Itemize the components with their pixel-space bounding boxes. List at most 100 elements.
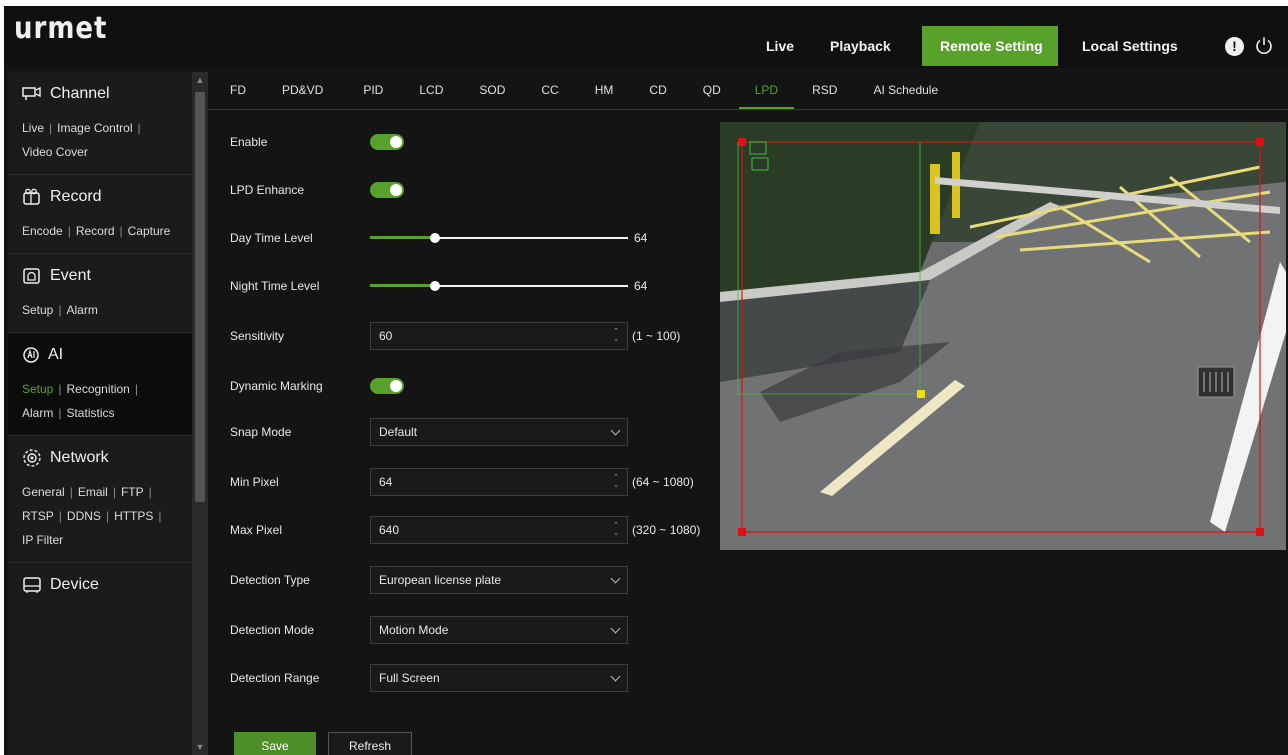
scroll-down-icon[interactable]: ▼: [192, 739, 208, 755]
sidebar-link-email[interactable]: Email: [78, 485, 108, 499]
sidebar-link-statistics[interactable]: Statistics: [66, 406, 114, 420]
ai-tabs: FD PD&VD PID LCD SOD CC HM CD QD LPD RSD…: [208, 72, 1288, 110]
detection-type-value: European license plate: [379, 573, 502, 587]
row-detection-mode: Detection Mode Motion Mode: [230, 616, 628, 644]
tab-cd[interactable]: CD: [631, 72, 684, 109]
enable-toggle[interactable]: [370, 134, 404, 150]
sidebar-title-device: Device: [50, 576, 99, 593]
sidebar-title-event: Event: [50, 267, 91, 284]
sidebar-link-video-cover[interactable]: Video Cover: [22, 145, 88, 159]
sidebar-scrollbar[interactable]: ▲ ▼: [192, 72, 208, 755]
sidebar-title-ai: AI: [48, 346, 64, 363]
save-button[interactable]: Save: [234, 732, 316, 755]
dynamic-marking-label: Dynamic Marking: [230, 379, 323, 393]
slider-thumb[interactable]: [429, 233, 440, 243]
camera-preview[interactable]: [720, 122, 1286, 550]
day-time-level-value: 64: [634, 231, 648, 245]
row-enable: Enable: [230, 128, 404, 156]
max-pixel-input[interactable]: 640 ⌃ ⌄: [370, 516, 628, 544]
min-pixel-input[interactable]: 64 ⌃ ⌄: [370, 468, 628, 496]
enable-label: Enable: [230, 135, 268, 149]
night-time-level-slider[interactable]: [370, 279, 628, 293]
nav-playback[interactable]: Playback: [810, 26, 922, 66]
detection-type-select[interactable]: European license plate: [370, 566, 628, 594]
alert-icon[interactable]: !: [1225, 36, 1244, 56]
sensitivity-input[interactable]: 60 ⌃ ⌄: [370, 322, 628, 350]
snap-mode-select[interactable]: Default: [370, 418, 628, 446]
slider-thumb[interactable]: [429, 281, 440, 291]
sidebar-link-ftp[interactable]: FTP: [121, 485, 144, 499]
detection-mode-select[interactable]: Motion Mode: [370, 616, 628, 644]
sidebar-section-network: Network General | Email | FTP | RTSP | DDNS | HTT…: [8, 436, 192, 563]
device-icon: [23, 577, 41, 593]
tab-pd-vd[interactable]: PD&VD: [260, 72, 345, 109]
max-pixel-range: (320 ~ 1080): [632, 523, 701, 537]
spinner-arrows-icon[interactable]: ⌃ ⌄: [613, 474, 619, 490]
sidebar-link-recognition[interactable]: Recognition: [66, 382, 129, 396]
nav-live[interactable]: Live: [750, 26, 810, 66]
sidebar-link-event-setup[interactable]: Setup: [22, 303, 53, 317]
tab-pid[interactable]: PID: [345, 72, 401, 109]
app-window: urmet Live Playback Remote Setting Local…: [4, 6, 1288, 755]
sidebar-link-image-control[interactable]: Image Control: [57, 121, 132, 135]
tab-lpd[interactable]: LPD: [738, 72, 795, 109]
top-icons: !: [1225, 36, 1274, 56]
sidebar-head-network[interactable]: Network: [16, 436, 184, 480]
ai-icon: [23, 347, 39, 363]
nav-local-settings[interactable]: Local Settings: [1058, 26, 1198, 66]
min-pixel-label: Min Pixel: [230, 475, 279, 489]
refresh-button[interactable]: Refresh: [328, 732, 412, 755]
tab-fd[interactable]: FD: [216, 72, 260, 109]
scroll-up-icon[interactable]: ▲: [192, 72, 208, 88]
sidebar-link-ai-setup[interactable]: Setup: [22, 382, 53, 396]
sidebar-link-live[interactable]: Live: [22, 121, 44, 135]
sidebar-link-capture[interactable]: Capture: [128, 224, 171, 238]
sidebar-link-ip-filter[interactable]: IP Filter: [22, 533, 63, 547]
nav-remote-setting[interactable]: Remote Setting: [922, 26, 1058, 66]
row-snap-mode: Snap Mode Default: [230, 418, 628, 446]
night-time-level-value: 64: [634, 279, 648, 293]
lpd-enhance-toggle[interactable]: [370, 182, 404, 198]
record-icon: [23, 188, 40, 205]
dynamic-marking-toggle[interactable]: [370, 378, 404, 394]
sidebar-head-channel[interactable]: Channel: [16, 72, 184, 116]
detection-type-label: Detection Type: [230, 573, 310, 587]
sidebar-link-rtsp[interactable]: RTSP: [22, 509, 54, 523]
sidebar-title-record: Record: [50, 188, 102, 205]
detection-range-select[interactable]: Full Screen: [370, 664, 628, 692]
sidebar-link-ddns[interactable]: DDNS: [67, 509, 101, 523]
sidebar-section-ai: AI Setup | Recognition | Alarm | Statistics: [8, 333, 192, 436]
tab-cc[interactable]: CC: [523, 72, 576, 109]
sidebar-link-ai-alarm[interactable]: Alarm: [22, 406, 53, 420]
sidebar-head-device[interactable]: Device: [16, 563, 184, 607]
sidebar-links-record: Encode | Record | Capture: [22, 224, 171, 238]
sidebar-head-record[interactable]: Record: [16, 175, 184, 219]
sidebar-head-ai[interactable]: AI: [16, 333, 184, 377]
sidebar-link-encode[interactable]: Encode: [22, 224, 63, 238]
max-pixel-label: Max Pixel: [230, 523, 283, 537]
tab-rsd[interactable]: RSD: [794, 72, 855, 109]
tab-qd[interactable]: QD: [685, 72, 739, 109]
sidebar-link-general[interactable]: General: [22, 485, 65, 499]
tab-ai-schedule[interactable]: AI Schedule: [855, 72, 956, 109]
power-icon[interactable]: [1254, 36, 1274, 56]
day-time-level-slider[interactable]: [370, 231, 628, 245]
network-icon: [23, 449, 41, 467]
sidebar-link-event-alarm[interactable]: Alarm: [66, 303, 97, 317]
row-max-pixel: Max Pixel 640 ⌃ ⌄ (320 ~ 1080): [230, 516, 700, 544]
tab-hm[interactable]: HM: [577, 72, 632, 109]
sidebar-link-record[interactable]: Record: [76, 224, 115, 238]
tab-sod[interactable]: SOD: [461, 72, 523, 109]
spinner-arrows-icon[interactable]: ⌃ ⌄: [613, 328, 619, 344]
lpd-enhance-label: LPD Enhance: [230, 183, 305, 197]
row-dynamic-marking: Dynamic Marking: [230, 372, 404, 400]
tab-lcd[interactable]: LCD: [401, 72, 461, 109]
scrollbar-thumb[interactable]: [195, 92, 205, 502]
sidebar-title-network: Network: [50, 449, 109, 466]
sidebar-head-event[interactable]: Event: [16, 254, 184, 298]
sensitivity-label: Sensitivity: [230, 329, 285, 343]
row-sensitivity: Sensitivity 60 ⌃ ⌄ (1 ~ 100): [230, 322, 680, 350]
row-day-time-level: Day Time Level 64: [230, 224, 647, 252]
sidebar-link-https[interactable]: HTTPS: [114, 509, 153, 523]
spinner-arrows-icon[interactable]: ⌃ ⌄: [613, 522, 619, 538]
